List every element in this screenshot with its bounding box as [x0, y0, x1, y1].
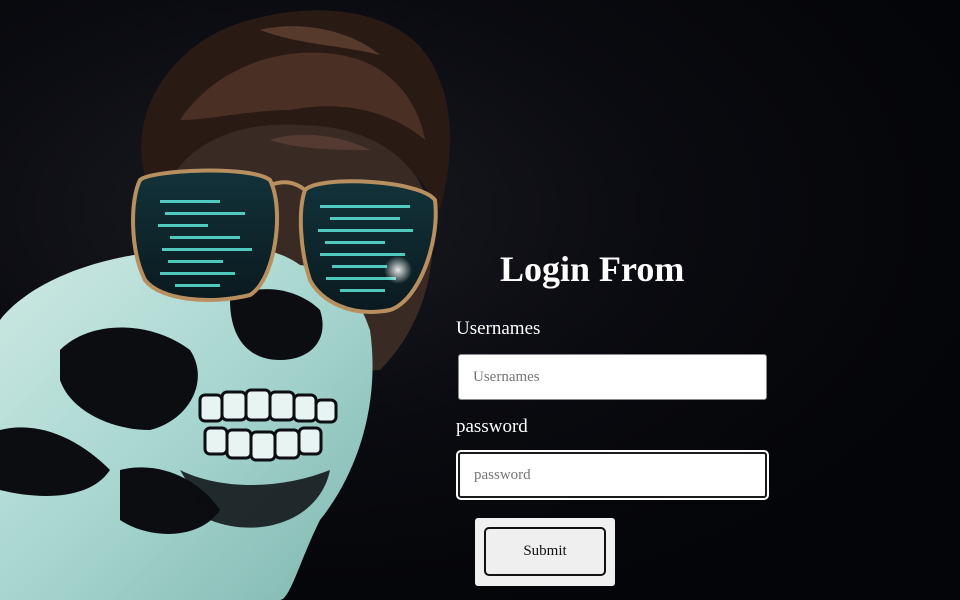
login-page: Login From Usernames password Submit	[0, 0, 960, 600]
form-title: Login From	[500, 249, 685, 289]
username-label: Usernames	[456, 318, 541, 339]
background-photo	[0, 10, 450, 600]
username-input[interactable]	[458, 354, 767, 400]
password-label: password	[456, 416, 528, 437]
password-input[interactable]	[458, 452, 767, 498]
submit-button[interactable]: Submit	[484, 527, 606, 576]
submit-button-container: Submit	[475, 518, 615, 586]
